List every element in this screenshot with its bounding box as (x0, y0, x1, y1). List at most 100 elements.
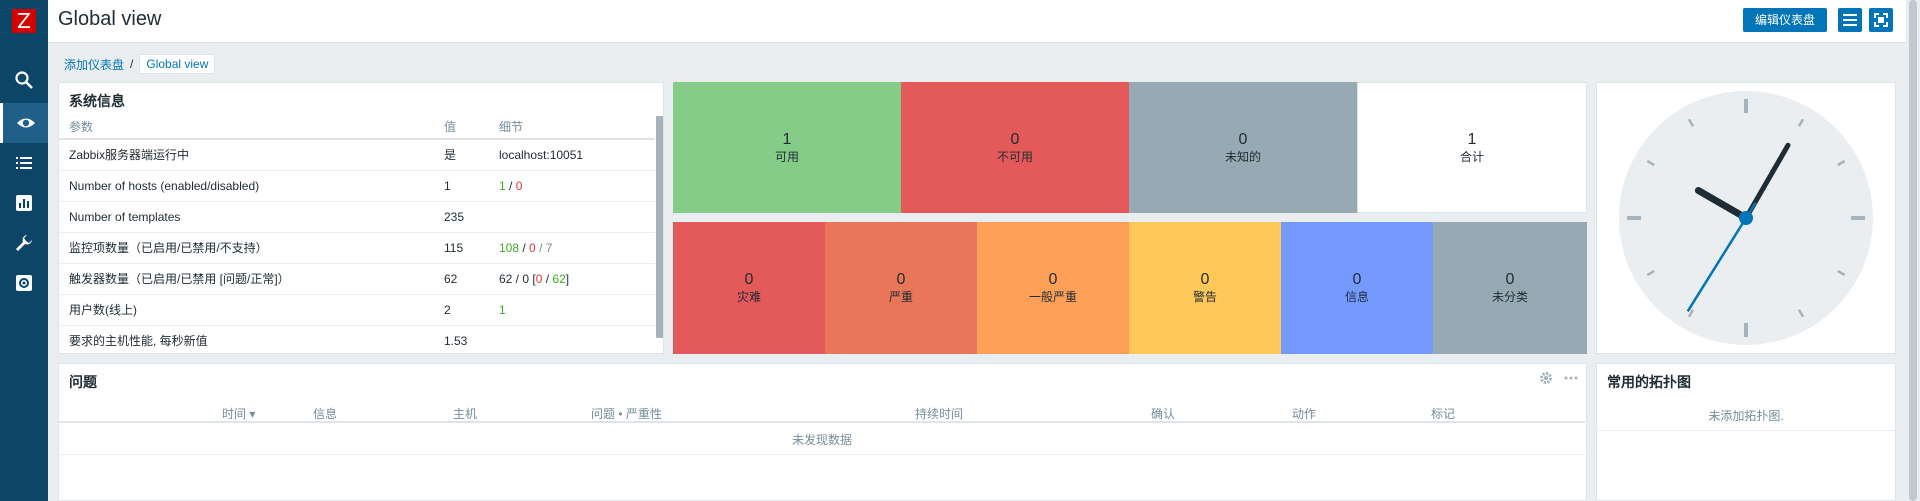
detail-cell: localhost:10051 (489, 139, 655, 171)
eye-icon[interactable] (0, 103, 48, 143)
detail-ok: 62 (552, 271, 566, 286)
column-header: 持续时间 (915, 407, 964, 421)
severity-tile[interactable]: 0 一般严重 (977, 222, 1129, 354)
zabbix-logo[interactable]: Z (12, 9, 36, 33)
list-icon[interactable] (0, 143, 48, 183)
page-scrollbar-thumb[interactable] (1909, 0, 1917, 501)
detail-sep: / (542, 271, 553, 286)
favorite-maps-widget: 常用的拓扑图 未添加拓扑图. (1596, 363, 1896, 501)
param-cell: Number of templates (59, 201, 434, 233)
tile-label: 严重 (888, 290, 913, 304)
breadcrumb-separator: / (130, 57, 134, 71)
column-header: 确认 (1151, 407, 1176, 421)
edit-dashboard-button[interactable]: 编辑仪表盘 (1743, 8, 1827, 32)
fullscreen-button[interactable] (1869, 8, 1893, 32)
table-row: Number of hosts (enabled/disabled) 1 1 /… (59, 170, 655, 202)
table-row: Number of templates 235 (59, 201, 655, 233)
host-availability-tile[interactable]: 0 未知的 (1129, 82, 1357, 213)
value-cell: 1 (434, 170, 489, 202)
column-header: 动作 (1292, 407, 1317, 421)
tile-count: 0 (1048, 271, 1058, 288)
host-availability-tile[interactable]: 0 不可用 (901, 82, 1129, 213)
search-icon[interactable] (0, 60, 48, 100)
host-availability-tile[interactable]: 1 合计 (1357, 82, 1587, 213)
breadcrumb-parent[interactable]: 添加仪表盘 (64, 56, 124, 73)
host-availability-tile[interactable]: 1 可用 (673, 82, 901, 213)
column-header: 值 (434, 115, 489, 140)
detail-online: 1 (499, 302, 506, 317)
severity-tile[interactable]: 0 警告 (1129, 222, 1281, 354)
detail-enabled: 108 (499, 240, 520, 255)
table-row: Zabbix服务器端运行中 是 localhost:10051 (59, 139, 655, 171)
gear-icon[interactable] (0, 263, 48, 303)
hamburger-icon (1843, 14, 1857, 26)
problems-widget: 问题 时间 ▾ 信息 主机 问题 • 严重性 持续时间 确认 动作 标记 未发现… (58, 363, 1587, 501)
tile-count: 0 (1238, 130, 1248, 148)
tile-count: 0 (1352, 271, 1362, 288)
table-row: 要求的主机性能, 每秒新值 1.53 (59, 325, 655, 353)
detail-sep: / (519, 240, 530, 255)
detail-cell (489, 325, 655, 353)
widget-scrollbar[interactable] (656, 116, 663, 338)
severity-tile[interactable]: 0 未分类 (1433, 222, 1587, 354)
table-row: 用户数(线上) 2 1 (59, 294, 655, 326)
param-cell: 要求的主机性能, 每秒新值 (59, 325, 434, 353)
more-options-icon[interactable] (1563, 370, 1579, 386)
tile-label: 可用 (774, 149, 799, 164)
detail-disabled: 0 (529, 240, 536, 255)
detail-disabled: 0 (515, 178, 523, 193)
tile-label: 警告 (1192, 290, 1217, 304)
detail-unsupported: / 7 (535, 240, 553, 255)
tile-count: 0 (1505, 271, 1515, 288)
gear-icon[interactable] (1538, 370, 1554, 386)
page-title: Global view (58, 8, 162, 30)
value-cell: 115 (434, 232, 489, 264)
tile-count: 1 (1467, 130, 1477, 148)
param-cell: Number of hosts (enabled/disabled) (59, 170, 434, 202)
param-cell: Zabbix服务器端运行中 (59, 139, 434, 171)
detail-cell: 1 (489, 294, 655, 326)
param-cell: 监控项数量（已启用/已禁用/不支持） (59, 232, 434, 264)
sidebar: Z (0, 0, 48, 501)
column-header: 信息 (313, 407, 338, 421)
widget-scrollbar-thumb[interactable] (656, 116, 663, 338)
widget-title: 系统信息 (69, 93, 125, 109)
detail-cell (489, 201, 655, 233)
fullscreen-icon (1874, 13, 1888, 27)
system-info-widget: 系统信息 参数 值 细节 Zabbix服务器端运行中 是 localhost:1… (58, 82, 664, 354)
severity-tile[interactable]: 0 严重 (825, 222, 977, 354)
page-scrollbar[interactable] (1906, 0, 1920, 501)
detail-cell: 108 / 0 / 7 (489, 232, 655, 264)
severity-tile[interactable]: 0 信息 (1281, 222, 1433, 354)
severity-tile[interactable]: 0 灾难 (673, 222, 825, 354)
detail-enabled: 1 (499, 178, 506, 193)
detail-text: localhost:10051 (499, 147, 584, 162)
menu-button[interactable] (1838, 8, 1862, 32)
detail-text: 62 / 0 [ (499, 271, 536, 286)
chart-icon[interactable] (0, 183, 48, 223)
breadcrumb-current[interactable]: Global view (139, 54, 216, 74)
value-cell: 是 (434, 139, 489, 171)
detail-cell: 1 / 0 (489, 170, 655, 202)
detail-cell: 62 / 0 [0 / 62] (489, 263, 655, 295)
detail-close: ] (565, 271, 570, 286)
column-header: 参数 (59, 115, 434, 140)
tile-label: 一般严重 (1028, 290, 1077, 304)
tile-count: 0 (744, 271, 754, 288)
top-header: Global view 编辑仪表盘 (48, 0, 1906, 43)
tile-count: 0 (896, 271, 906, 288)
no-data-message: 未发现数据 (59, 425, 1585, 455)
tile-label: 不可用 (996, 149, 1033, 164)
problems-by-severity-widget: 0 灾难 0 严重 0 一般严重 0 警告 0 信息 0 未分类 (673, 222, 1587, 354)
widget-title: 问题 (69, 374, 97, 390)
column-header: 问题 • 严重性 (591, 407, 662, 421)
column-time-sortable[interactable]: 时间 ▾ (222, 405, 255, 422)
system-info-table: 参数 值 细节 Zabbix服务器端运行中 是 localhost:10051 … (59, 115, 655, 353)
tile-count: 1 (782, 130, 792, 148)
clock-face (1619, 91, 1873, 345)
wrench-icon[interactable] (0, 223, 48, 263)
value-cell: 2 (434, 294, 489, 326)
tile-label: 未分类 (1491, 290, 1528, 304)
no-maps-message: 未添加拓扑图. (1597, 401, 1895, 431)
breadcrumb: 添加仪表盘 / Global view (64, 54, 216, 74)
